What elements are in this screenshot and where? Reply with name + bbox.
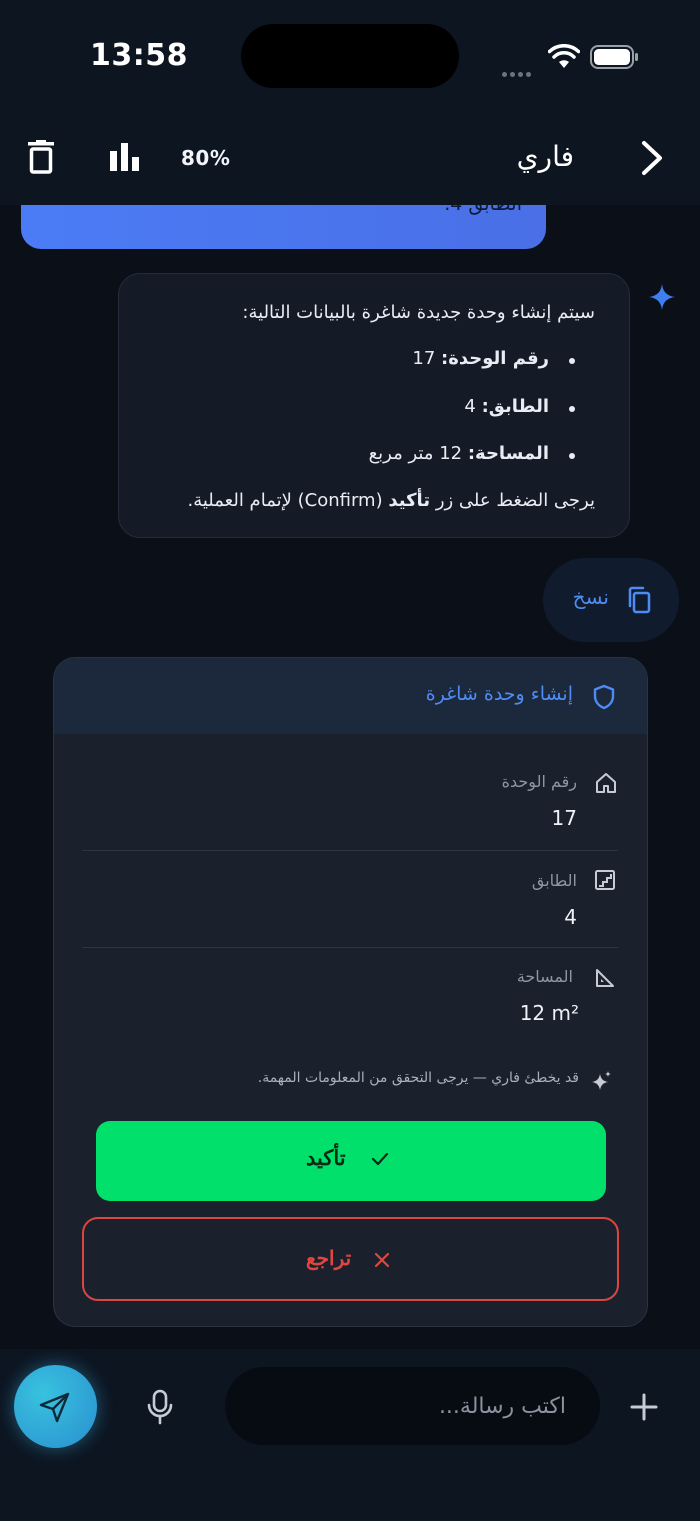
ruler-triangle-icon [596,969,614,987]
floor-label: الطابق [531,871,577,890]
confirm-button[interactable]: تأكيد [96,1121,606,1201]
list-item-value: 12 متر مربع [368,443,463,464]
battery-icon [590,45,638,69]
trash-icon[interactable] [28,140,54,174]
stats-icon[interactable] [110,143,140,171]
shield-icon [593,684,615,710]
list-item-label: المساحة: [467,443,549,464]
message-input[interactable] [225,1367,600,1445]
usage-percent: 80% [181,146,231,170]
chat-header [0,110,700,205]
home-icon [596,773,616,793]
list-item-label: رقم الوحدة: [441,348,549,369]
bullet-dot [569,453,575,459]
status-bar: 13:58 [0,0,700,110]
microphone-icon[interactable] [146,1389,174,1425]
outro-text-start: يرجى الضغط على زر [435,490,595,511]
list-item: رقم الوحدة: 17 [412,348,549,369]
area-value: 12 m² [519,1001,579,1025]
list-item-label: الطابق: [481,396,549,417]
cancel-button-label: تراجع [306,1248,352,1270]
list-item-value: 4 [464,396,476,417]
assistant-message-bubble: سيتم إنشاء وحدة جديدة شاغرة بالبيانات ال… [118,273,630,538]
chat-area[interactable]: الطابق 4. سيتم إنشاء وحدة جديدة شاغرة با… [0,205,700,1350]
status-time: 13:58 [90,38,188,73]
outro-text-bold: تأكيد [388,490,431,511]
card-title: إنشاء وحدة شاغرة [425,683,573,705]
bullet-dot [569,406,575,412]
send-icon [39,1392,70,1423]
user-message-bubble: الطابق 4. [21,205,546,249]
card-header: إنشاء وحدة شاغرة [54,658,647,734]
list-item: المساحة: 12 متر مربع [369,443,549,464]
copy-button[interactable]: نسخ [543,558,679,642]
list-item-value: 17 [412,348,436,369]
send-button[interactable] [14,1365,97,1448]
sparkles-icon [592,1071,611,1090]
action-confirmation-card: إنشاء وحدة شاغرة رقم الوحدة 17 الطابق 4 … [53,657,648,1327]
unit-number-label: رقم الوحدة [501,772,577,791]
copy-button-label: نسخ [572,585,609,609]
floor-value: 4 [564,905,577,929]
close-icon [374,1252,390,1268]
wifi-icon [548,44,580,68]
stairs-icon [595,870,615,890]
outro-text-end: (Confirm) لإتمام العملية. [187,490,383,511]
area-label: المساحة [516,967,573,986]
assistant-intro: سيتم إنشاء وحدة جديدة شاغرة بالبيانات ال… [242,302,595,323]
assistant-sparkle-icon [649,284,675,310]
unit-number-value: 17 [551,806,577,830]
list-item: الطابق: 4 [464,396,549,417]
divider [82,850,618,851]
bullet-dot [569,358,575,364]
dynamic-island [241,24,459,88]
confirm-button-label: تأكيد [306,1147,346,1170]
check-icon [371,1152,389,1166]
plus-icon[interactable] [630,1393,658,1421]
cancel-button[interactable]: تراجع [82,1217,619,1301]
ai-disclaimer: قد يخطئ فاري — يرجى التحقق من المعلومات … [257,1070,579,1086]
chevron-right-icon[interactable] [640,140,664,176]
copy-icon [628,586,651,614]
cellular-signal-icon [502,62,534,81]
page-title: فاري [516,140,574,173]
assistant-outro: يرجى الضغط على زر تأكيد (Confirm) لإتمام… [188,490,596,511]
divider [82,947,618,948]
user-message-text: الطابق 4. [444,205,522,215]
